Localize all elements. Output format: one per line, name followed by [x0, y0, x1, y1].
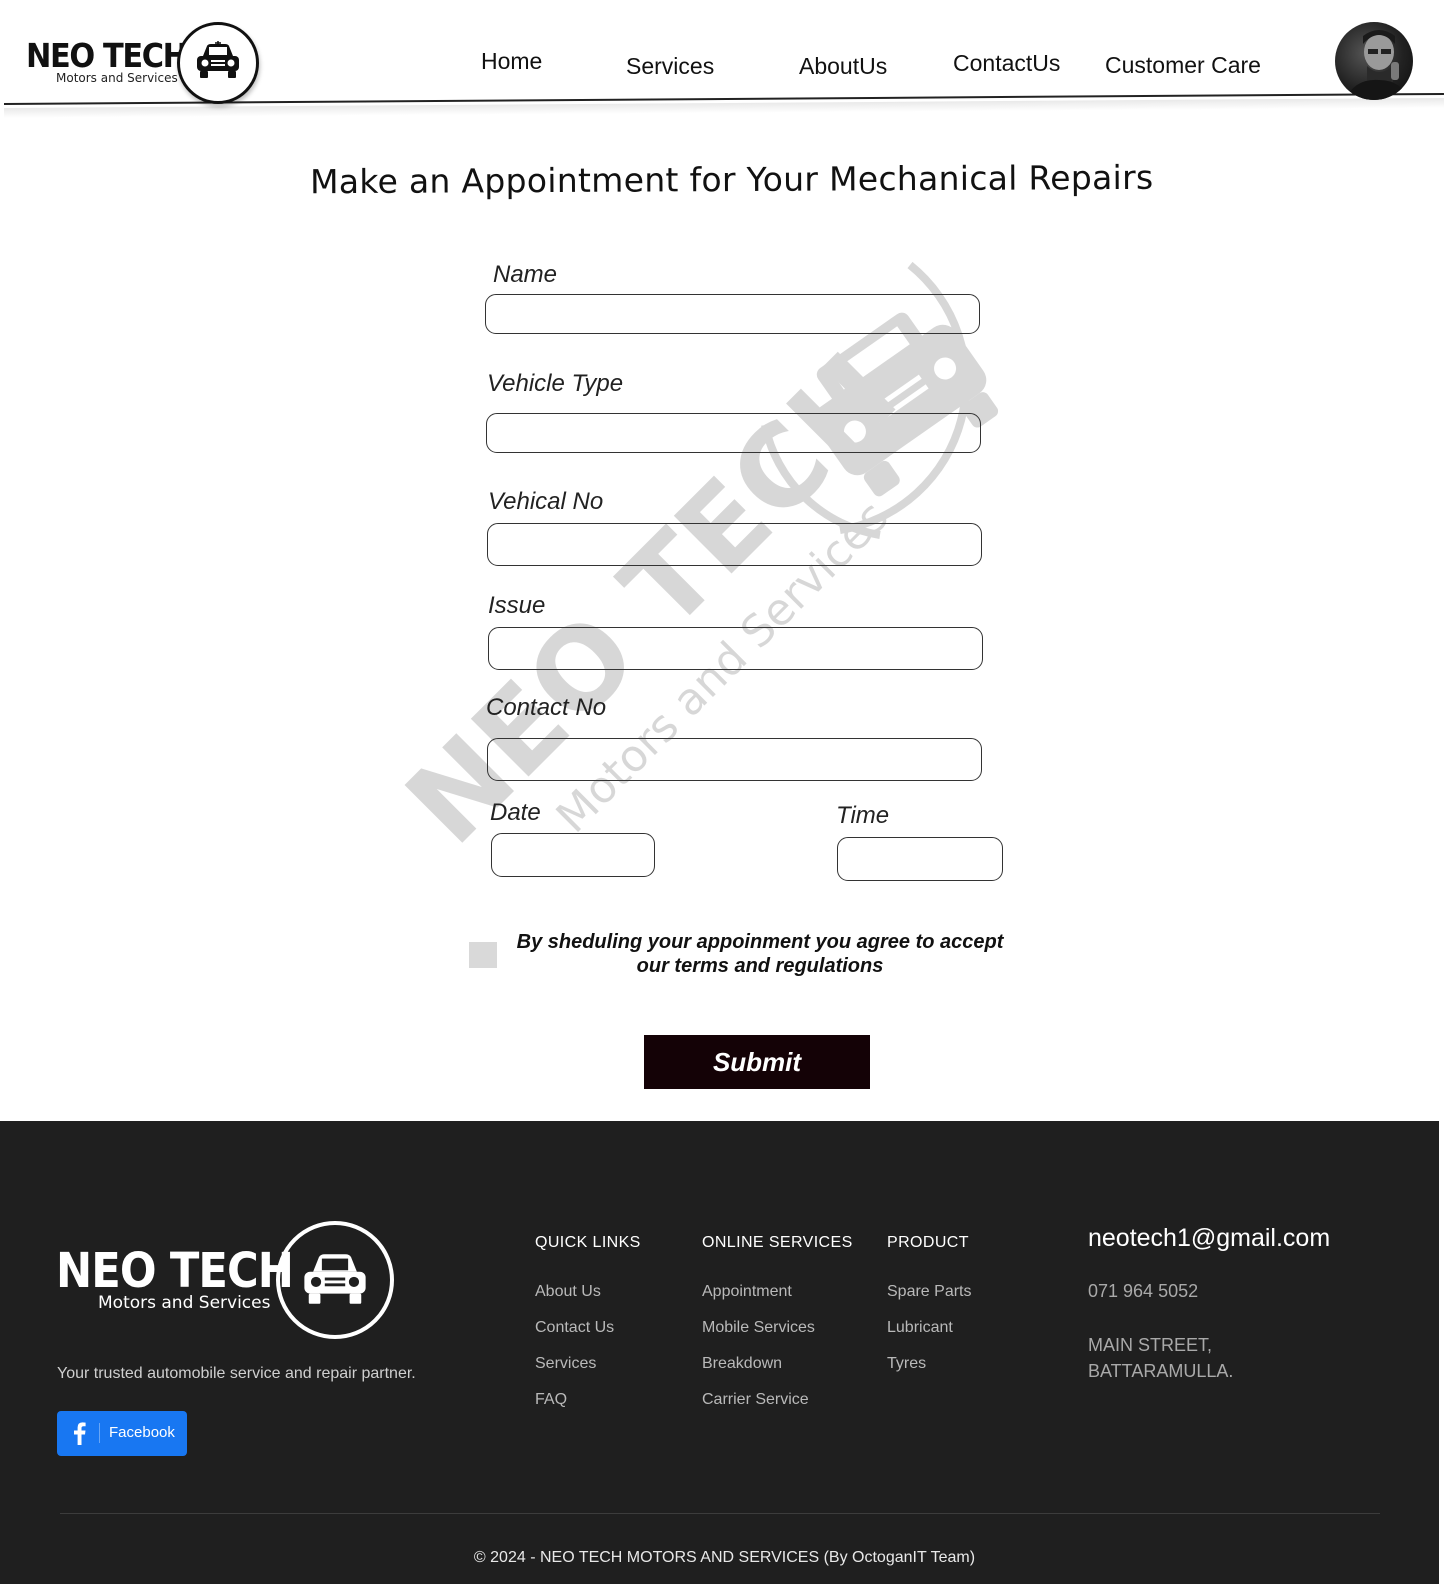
- terms-line-1: By sheduling your appoinment you agree t…: [516, 931, 1004, 953]
- facebook-label: Facebook: [109, 1424, 175, 1441]
- submit-button[interactable]: Submit: [644, 1035, 870, 1089]
- footer-link-tyres[interactable]: Tyres: [887, 1355, 926, 1373]
- terms-checkbox[interactable]: [469, 942, 497, 968]
- car-icon: [197, 41, 239, 78]
- facebook-divider: [99, 1423, 100, 1443]
- user-avatar[interactable]: [1335, 22, 1413, 100]
- car-icon: [304, 1254, 366, 1304]
- footer-link-services[interactable]: Services: [535, 1355, 596, 1373]
- footer-phone: 071 964 5052: [1088, 1281, 1199, 1301]
- date-input[interactable]: [491, 833, 655, 877]
- footer-address: MAIN STREET, BATTARAMULLA.: [1088, 1332, 1233, 1384]
- terms-line-2: our terms and regulations: [636, 955, 884, 977]
- footer-link-contact-us[interactable]: Contact Us: [535, 1319, 614, 1337]
- quick-links-heading: QUICK LINKS: [535, 1234, 641, 1251]
- footer-address-line-2: BATTARAMULLA.: [1088, 1361, 1234, 1381]
- watermark-logo: NEO TECH Motors and Services: [382, 261, 999, 869]
- site-logo[interactable]: NEO TECH Motors and Services: [24, 20, 264, 104]
- contact-no-label: Contact No: [486, 694, 607, 721]
- logo-badge: [177, 22, 259, 104]
- page-title: Make an Appointment for Your Mechanical …: [309, 157, 1154, 202]
- facebook-icon: [74, 1422, 86, 1445]
- nav-home[interactable]: Home: [481, 48, 542, 75]
- vehicle-type-input[interactable]: [486, 413, 981, 453]
- footer-logo-badge: [276, 1221, 394, 1339]
- vehicle-no-label: Vehical No: [488, 488, 604, 515]
- footer-email[interactable]: neotech1@gmail.com: [1088, 1224, 1330, 1253]
- footer-address-line-1: MAIN STREET,: [1088, 1335, 1213, 1355]
- issue-label: Issue: [488, 592, 546, 619]
- footer-tagline: Your trusted automobile service and repa…: [57, 1365, 416, 1382]
- avatar-portrait: [1345, 30, 1409, 100]
- logo-name: NEO TECH: [26, 36, 188, 75]
- site-header: NEO TECH Motors and Services Home Servic…: [0, 0, 1449, 118]
- terms-text: By sheduling your appoinment you agree t…: [505, 930, 1015, 978]
- footer-link-spare-parts[interactable]: Spare Parts: [887, 1283, 971, 1301]
- logo-subtitle: Motors and Services: [56, 71, 178, 85]
- product-heading: PRODUCT: [887, 1234, 969, 1251]
- nav-services[interactable]: Services: [626, 53, 714, 80]
- name-label: Name: [493, 261, 558, 288]
- footer-link-about-us[interactable]: About Us: [535, 1283, 601, 1301]
- issue-input[interactable]: [488, 627, 983, 670]
- footer-link-mobile-services[interactable]: Mobile Services: [702, 1319, 815, 1337]
- footer-link-carrier-service[interactable]: Carrier Service: [702, 1391, 809, 1409]
- footer-logo-subtitle: Motors and Services: [98, 1293, 271, 1313]
- watermark-name: NEO TECH: [382, 329, 922, 869]
- online-services-heading: ONLINE SERVICES: [702, 1234, 853, 1251]
- vehicle-type-label: Vehicle Type: [487, 370, 624, 397]
- time-label: Time: [836, 802, 890, 829]
- facebook-button[interactable]: Facebook: [57, 1411, 187, 1456]
- contact-no-input[interactable]: [487, 738, 982, 781]
- footer-link-appointment[interactable]: Appointment: [702, 1283, 792, 1301]
- vehicle-no-input[interactable]: [487, 523, 982, 566]
- footer-link-breakdown[interactable]: Breakdown: [702, 1355, 782, 1373]
- date-label: Date: [490, 799, 541, 826]
- footer-logo-name: NEO TECH: [56, 1243, 294, 1299]
- footer-copyright: © 2024 - NEO TECH MOTORS AND SERVICES (B…: [473, 1549, 976, 1566]
- time-input[interactable]: [837, 837, 1003, 881]
- footer-link-faq[interactable]: FAQ: [535, 1391, 567, 1409]
- name-input[interactable]: [485, 294, 980, 334]
- nav-customer-care[interactable]: Customer Care: [1105, 52, 1261, 79]
- nav-about-us[interactable]: AboutUs: [799, 53, 887, 80]
- site-footer: NEO TECH Motors and Services Your truste…: [0, 1121, 1439, 1584]
- footer-link-lubricant[interactable]: Lubricant: [887, 1319, 953, 1337]
- nav-contact-us[interactable]: ContactUs: [953, 50, 1060, 77]
- footer-divider: [60, 1513, 1380, 1514]
